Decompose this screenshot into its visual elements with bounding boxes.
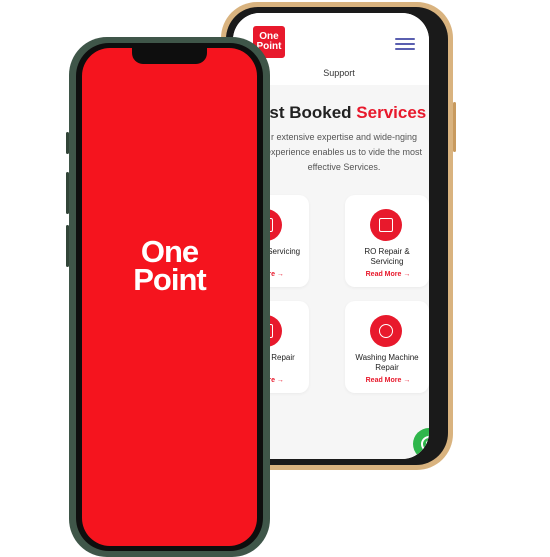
mute-switch <box>66 132 69 154</box>
service-title: Washing Machine Repair <box>355 353 419 372</box>
section-heading: ost Booked Services <box>259 103 426 123</box>
read-more-link[interactable]: Read More → <box>353 271 423 278</box>
splash-logo: One Point <box>82 236 257 297</box>
phone-notch <box>132 48 207 64</box>
power-button <box>453 102 456 152</box>
heading-prefix: ost Booked <box>259 103 357 122</box>
heading-accent: Services <box>356 103 427 122</box>
splash-logo-line2: Point <box>133 262 207 297</box>
read-more-link[interactable]: Read More → <box>353 377 423 384</box>
front-phone-mockup: One Point <box>66 37 270 557</box>
nav-support-link[interactable]: Support <box>299 68 379 78</box>
washing-machine-icon <box>370 315 402 347</box>
front-phone-screen: One Point <box>82 48 257 546</box>
section-description: r extensive expertise and wide-nging exp… <box>265 132 423 172</box>
service-title: RO Repair & Servicing <box>364 247 410 266</box>
volume-up-button <box>66 172 69 214</box>
service-card-washing-machine[interactable]: Washing Machine Repair Read More → <box>345 301 429 393</box>
ro-purifier-icon <box>370 209 402 241</box>
hamburger-icon[interactable] <box>395 38 415 50</box>
volume-down-button <box>66 225 69 267</box>
service-card-ro[interactable]: RO Repair & Servicing Read More → <box>345 195 429 287</box>
